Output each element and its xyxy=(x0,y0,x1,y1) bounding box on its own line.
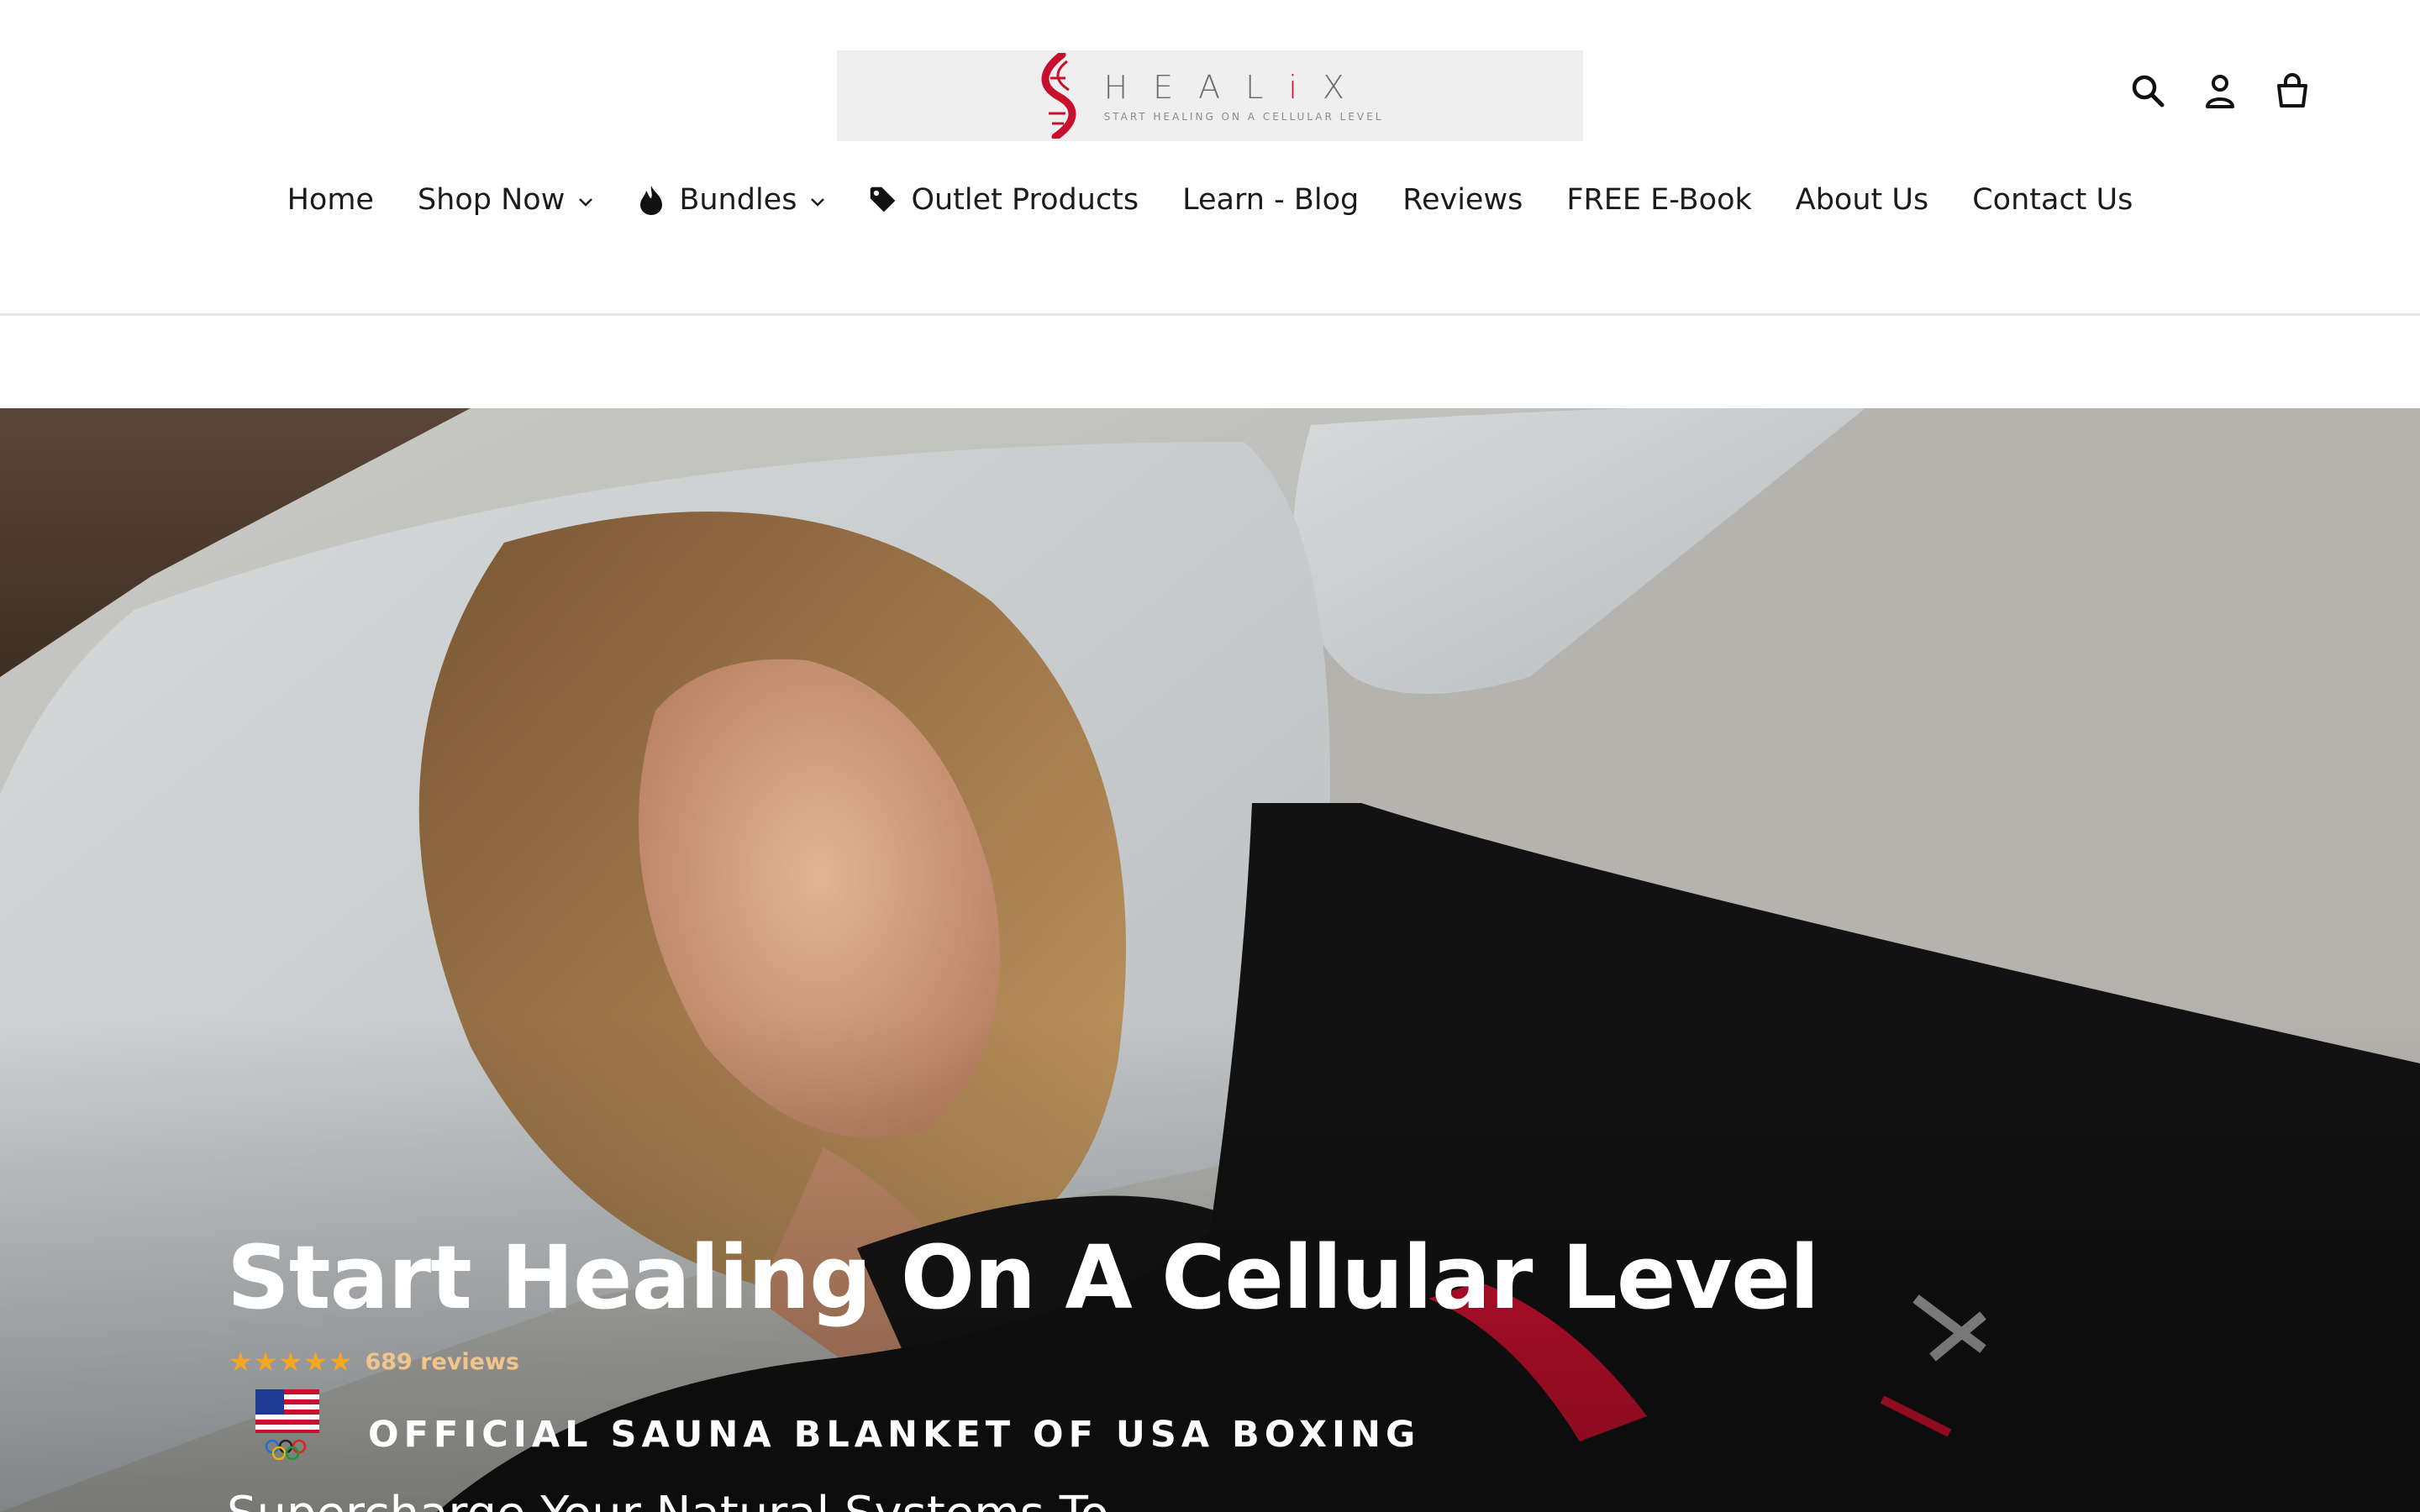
nav-label: About Us xyxy=(1795,183,1929,217)
nav-label: Outlet Products xyxy=(911,183,1139,217)
hero-subtitle: Supercharge Your Natural Systems To xyxy=(227,1487,1109,1512)
nav-label: Reviews xyxy=(1402,183,1523,217)
nav-label: Contact Us xyxy=(1972,183,2133,217)
nav-item-home[interactable]: Home xyxy=(266,183,396,217)
nav-item-contact-us[interactable]: Contact Us xyxy=(1950,183,2154,217)
nav-item-bundles[interactable]: Bundles xyxy=(615,183,847,217)
official-sponsor-text: OFFICIAL SAUNA BLANKET OF USA BOXING xyxy=(368,1414,1421,1456)
account-icon[interactable] xyxy=(2202,72,2238,109)
brand-logo[interactable]: HEALiX START HEALING ON A CELLULAR LEVEL xyxy=(837,50,1583,141)
header-utility-icons xyxy=(2129,72,2311,109)
nav-item-shop-now[interactable]: Shop Now xyxy=(396,183,615,217)
nav-label: Shop Now xyxy=(417,183,566,217)
usa-boxing-badge-icon xyxy=(255,1389,319,1461)
search-icon[interactable] xyxy=(2129,72,2166,109)
nav-item-learn-blog[interactable]: Learn - Blog xyxy=(1160,183,1381,217)
logo-tagline: START HEALING ON A CELLULAR LEVEL xyxy=(1103,111,1384,123)
site-header: HEALiX START HEALING ON A CELLULAR LEVEL… xyxy=(0,0,2420,316)
nav-label: Home xyxy=(287,183,374,217)
reviews-count[interactable]: 689 reviews xyxy=(365,1349,519,1375)
nav-item-free-ebook[interactable]: FREE E-Book xyxy=(1544,183,1773,217)
dna-helix-icon xyxy=(1041,53,1076,139)
hero-title: Start Healing On A Cellular Level xyxy=(227,1226,1819,1329)
chevron-down-icon xyxy=(811,198,825,207)
nav-item-about-us[interactable]: About Us xyxy=(1774,183,1950,217)
main-navigation: Home Shop Now Bundles Outlet Products Le… xyxy=(0,183,2420,217)
chevron-down-icon xyxy=(579,198,593,207)
nav-label: FREE E-Book xyxy=(1566,183,1752,217)
price-tag-icon xyxy=(871,186,896,213)
star-rating-icon: ★★★★★ xyxy=(229,1346,354,1378)
nav-label: Learn - Blog xyxy=(1182,183,1360,217)
cart-icon[interactable] xyxy=(2274,72,2311,109)
nav-item-outlet-products[interactable]: Outlet Products xyxy=(847,183,1160,217)
logo-wordmark: HEALiX xyxy=(1103,69,1370,106)
nav-label: Bundles xyxy=(679,183,797,217)
flame-icon xyxy=(640,186,663,215)
product-rating[interactable]: ★★★★★ 689 reviews xyxy=(229,1346,519,1378)
nav-item-reviews[interactable]: Reviews xyxy=(1381,183,1544,217)
logo-text: HEALiX START HEALING ON A CELLULAR LEVEL xyxy=(1104,69,1384,123)
